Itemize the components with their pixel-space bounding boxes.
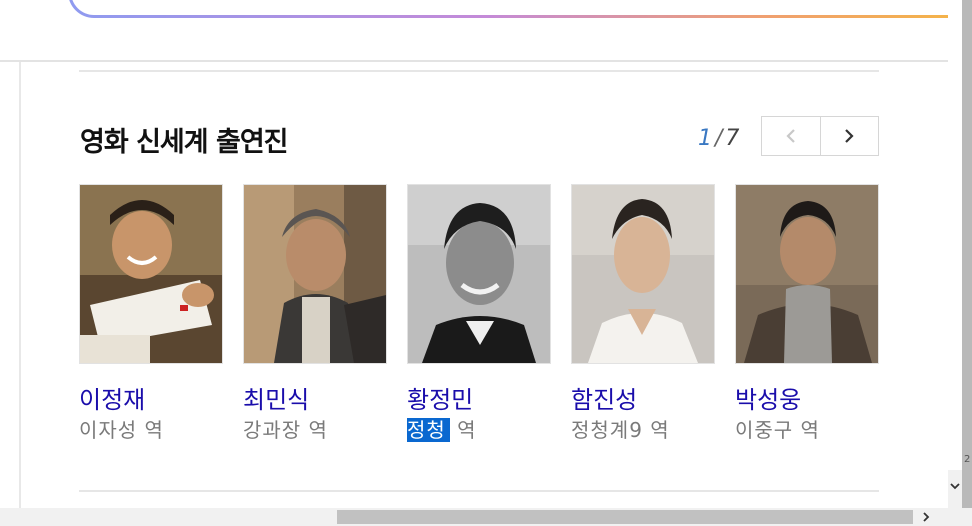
scroll-down-button[interactable] <box>948 478 962 494</box>
actor-photo-image <box>572 185 714 363</box>
section-divider-top <box>79 70 879 72</box>
scroll-marker: 2 <box>964 454 971 465</box>
actor-photo[interactable] <box>407 184 551 364</box>
role-name: 이자성 <box>79 418 138 442</box>
cast-role: 이자성 역 <box>79 416 223 444</box>
role-suffix: 역 <box>449 418 477 442</box>
cast-role: 강과장 역 <box>243 416 387 444</box>
chevron-left-icon <box>786 129 795 143</box>
page-left-rule <box>19 62 21 508</box>
actor-photo-image <box>736 185 878 363</box>
page-separator: / <box>715 126 723 151</box>
cast-name[interactable]: 황정민 <box>407 384 551 416</box>
cast-role: 이중구 역 <box>735 416 879 444</box>
role-suffix: 역 <box>137 418 164 442</box>
actor-photo-image <box>244 185 386 363</box>
actor-photo-image <box>408 185 550 363</box>
cast-name[interactable]: 최민식 <box>243 384 387 416</box>
chevron-right-icon <box>845 129 854 143</box>
section-title: 영화 신세계 출연진 <box>80 127 289 158</box>
cast-role: 정청계9 역 <box>571 416 715 444</box>
chevron-right-icon <box>923 512 930 522</box>
cast-card[interactable]: 박성웅 이중구 역 <box>735 184 879 444</box>
cast-name[interactable]: 함진성 <box>571 384 715 416</box>
total-pages: 7 <box>725 126 740 151</box>
cast-role: 정청 역 <box>407 416 551 444</box>
page-indicator: 1/7 <box>698 126 739 151</box>
cast-card[interactable]: 황정민 정청 역 <box>407 184 551 444</box>
actor-photo[interactable] <box>79 184 223 364</box>
current-page: 1 <box>698 126 712 151</box>
cast-name[interactable]: 이정재 <box>79 384 223 416</box>
cast-card[interactable]: 이정재 이자성 역 <box>79 184 223 444</box>
horizontal-scroll-thumb[interactable] <box>337 510 913 524</box>
search-bar-inner <box>71 0 972 15</box>
cast-card[interactable]: 함진성 정청계9 역 <box>571 184 715 444</box>
role-name-highlighted: 정청 <box>407 418 450 442</box>
cast-list: 이정재 이자성 역 최민식 강과장 역 황정민 정청 역 함진성 정청계9 역 … <box>79 184 889 454</box>
role-suffix: 역 <box>301 418 328 442</box>
cast-card[interactable]: 최민식 강과장 역 <box>243 184 387 444</box>
vertical-scrollbar[interactable] <box>948 0 972 508</box>
role-name: 이중구 <box>735 418 794 442</box>
role-name: 강과장 <box>243 418 302 442</box>
chevron-down-icon <box>950 483 960 490</box>
actor-photo[interactable] <box>735 184 879 364</box>
role-suffix: 역 <box>793 418 820 442</box>
next-button[interactable] <box>819 117 879 155</box>
cast-name[interactable]: 박성웅 <box>735 384 879 416</box>
header-divider <box>0 60 948 62</box>
search-bar[interactable] <box>68 0 972 18</box>
actor-photo[interactable] <box>243 184 387 364</box>
actor-photo-image <box>80 185 222 363</box>
role-name: 정청계9 <box>571 418 643 442</box>
vertical-scroll-track <box>948 0 962 470</box>
role-suffix: 역 <box>642 418 670 442</box>
pager-buttons <box>761 116 879 156</box>
actor-photo[interactable] <box>571 184 715 364</box>
horizontal-scrollbar[interactable] <box>0 508 972 526</box>
section-divider-bottom <box>79 490 879 492</box>
vertical-scroll-thumb[interactable] <box>962 0 972 508</box>
scroll-right-button[interactable] <box>918 509 934 525</box>
prev-button[interactable] <box>762 117 820 155</box>
